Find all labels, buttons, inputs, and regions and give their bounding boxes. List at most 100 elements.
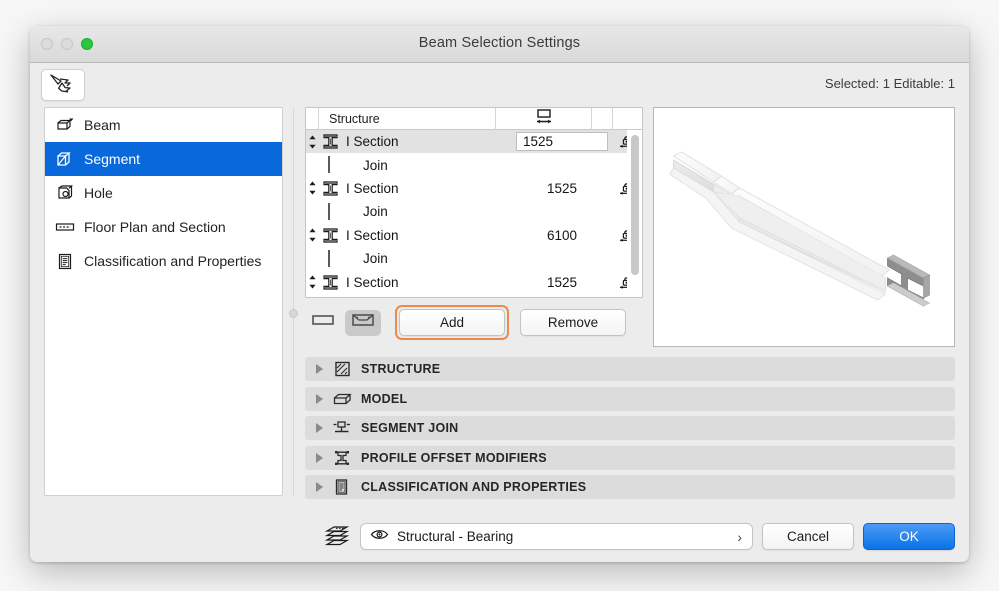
collapsible-sections: STRUCTURE MODEL [305,347,955,499]
eye-icon [370,528,389,544]
join-connector [328,250,330,267]
sidebar-item-label: Segment [84,151,140,167]
width-dimension-icon [534,108,554,129]
i-section-icon [319,227,341,244]
ok-button[interactable]: OK [863,523,955,550]
sidebar-item-floor-plan-and-section[interactable]: Floor Plan and Section [45,210,282,244]
row-label: Join [341,158,514,173]
section-label: CLASSIFICATION AND PROPERTIES [361,480,586,494]
sidebar-item-segment[interactable]: Segment [45,142,282,176]
section-segment-join[interactable]: SEGMENT JOIN [305,416,955,440]
row-label: I Section [341,275,514,290]
row-label: I Section [341,181,514,196]
section-label: STRUCTURE [361,362,440,376]
sidebar-item-beam[interactable]: Beam [45,108,282,142]
document-lines-icon [332,478,352,496]
rectangle-view-button[interactable] [305,310,341,336]
document-lines-icon [55,251,75,271]
segment-table: Structure [305,107,643,298]
chevron-right-icon[interactable] [316,482,323,492]
row-label: Join [341,251,514,266]
segment-table-area: Structure [305,107,643,347]
section-label: SEGMENT JOIN [361,421,458,435]
main-panel: Structure [305,107,955,510]
i-section-icon [319,274,341,291]
layers-icon[interactable] [323,524,351,548]
reorder-icon[interactable] [306,227,319,243]
header-end-col [613,108,642,130]
sidebar-item-label: Classification and Properties [84,253,261,269]
rectangle-view-icon [311,313,335,332]
header-structure[interactable]: Structure [319,108,496,130]
section-model[interactable]: MODEL [305,387,955,411]
selection-info: Selected: 1 Editable: 1 [825,76,955,91]
row-value[interactable]: 6100 [514,228,610,243]
add-button-focus-ring: Add [395,305,509,340]
segmented-view-icon [351,312,375,333]
table-actions: Add Remove [305,298,643,338]
add-button[interactable]: Add [399,309,505,336]
reorder-icon[interactable] [306,134,319,150]
chevron-right-icon[interactable] [316,423,323,433]
chevron-right-icon[interactable] [316,453,323,463]
beam-selection-settings-window: Beam Selection Settings Selected: 1 Edit… [30,26,969,562]
row-label: Join [341,204,514,219]
sidebar-item-label: Hole [84,185,113,201]
arrow-star-icon [48,72,78,99]
table-row[interactable]: I Section 6100 [306,224,642,247]
table-row[interactable]: I Section 1525 [306,177,642,200]
favorites-button[interactable] [41,69,85,101]
cancel-button[interactable]: Cancel [762,523,854,550]
join-connector [328,203,330,220]
profile-offset-icon [332,449,352,467]
table-row[interactable]: Join [306,294,642,298]
reorder-icon[interactable] [306,274,319,290]
table-row[interactable]: Join [306,247,642,270]
dialog-footer: Structural - Bearing › Cancel OK [30,510,969,562]
row-label: I Section [341,134,514,149]
section-classification-and-properties[interactable]: CLASSIFICATION AND PROPERTIES [305,475,955,499]
settings-sidebar: Beam Segment [44,107,283,496]
header-dimension[interactable] [496,108,592,130]
splitter-line [293,107,294,496]
window-titlebar: Beam Selection Settings [30,26,969,63]
layer-select[interactable]: Structural - Bearing › [360,523,753,550]
reorder-icon[interactable] [306,180,319,196]
toolbar: Selected: 1 Editable: 1 [30,63,969,107]
table-row[interactable]: Join [306,153,642,176]
chevron-right-icon[interactable] [316,394,323,404]
header-grip-col [306,108,319,130]
row-value-cell[interactable]: 1525 [514,132,610,151]
model-box-icon [332,390,352,408]
sidebar-item-label: Beam [84,117,121,133]
table-scrollbar[interactable] [627,130,642,297]
chevron-right-icon[interactable]: › [737,529,742,545]
remove-button[interactable]: Remove [520,309,626,336]
dialog-body: Beam Segment [30,107,969,510]
table-body: I Section 1525 [306,130,642,298]
chevron-right-icon[interactable] [316,364,323,374]
section-profile-offset-modifiers[interactable]: PROFILE OFFSET MODIFIERS [305,446,955,470]
section-label: PROFILE OFFSET MODIFIERS [361,451,547,465]
panel-splitter[interactable] [283,107,305,510]
row-value[interactable]: 1525 [514,181,610,196]
i-section-icon [319,133,341,150]
table-row[interactable]: I Section 1525 [306,130,642,153]
row-value[interactable]: 1525 [514,275,610,290]
join-connector [328,156,330,173]
scrollbar-thumb[interactable] [631,135,639,275]
hatch-square-icon [332,360,352,378]
segmented-view-button[interactable] [345,310,381,336]
section-structure[interactable]: STRUCTURE [305,357,955,381]
sidebar-item-classification-and-properties[interactable]: Classification and Properties [45,244,282,278]
i-section-icon [319,180,341,197]
table-row[interactable]: Join [306,200,642,223]
section-label: MODEL [361,392,407,406]
beam-3d-preview[interactable] [653,107,955,347]
splitter-handle[interactable] [289,309,298,318]
segment-cube-icon [55,149,75,169]
dimension-input[interactable]: 1525 [516,132,608,151]
hole-icon [55,183,75,203]
sidebar-item-hole[interactable]: Hole [45,176,282,210]
table-row[interactable]: I Section 1525 [306,270,642,293]
